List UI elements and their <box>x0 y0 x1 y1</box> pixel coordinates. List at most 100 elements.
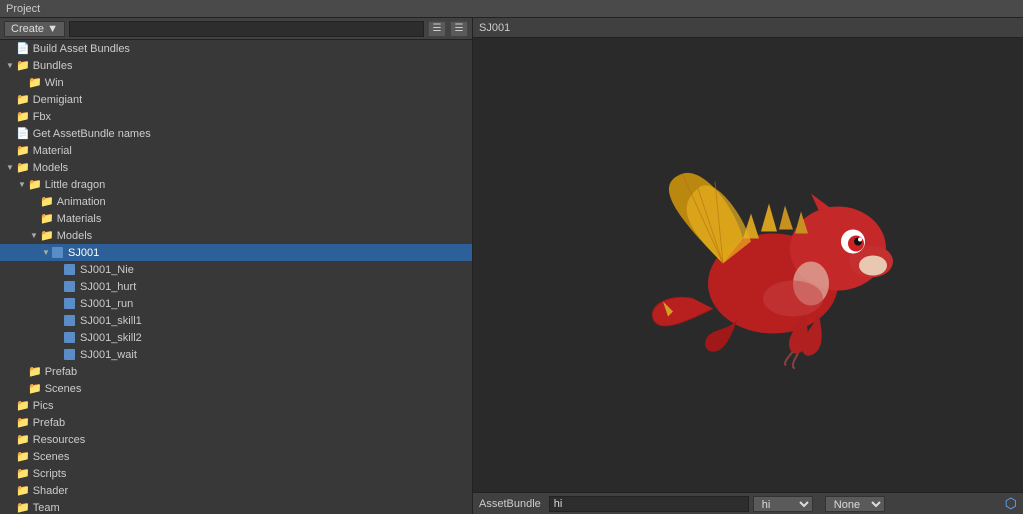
model-icon-sj001-run <box>64 298 77 310</box>
folder-icon-win: 📁 <box>28 76 42 89</box>
tree-item-label-sj001-nie: SJ001_Nie <box>80 264 134 276</box>
tree-item-prefab-sub[interactable]: 📁Prefab <box>0 363 472 380</box>
title-bar-text: Project <box>6 3 40 15</box>
toolbar-icon-2[interactable]: ☰ <box>450 21 468 37</box>
folder-icon-demigiant: 📁 <box>16 93 30 106</box>
right-panel: SJ001 <box>473 18 1023 514</box>
tree-item-resources[interactable]: 📁Resources <box>0 431 472 448</box>
item-icon-get-assetbundle-names: 📄 <box>16 127 30 140</box>
folder-icon-models-sub: 📁 <box>40 229 54 242</box>
folder-icon-bundles: 📁 <box>16 59 30 72</box>
tree-item-materials[interactable]: 📁Materials <box>0 210 472 227</box>
corner-icon: ⬡ <box>1005 495 1017 512</box>
tree-item-prefab[interactable]: 📁Prefab <box>0 414 472 431</box>
tree-item-sj001-nie[interactable]: SJ001_Nie <box>0 261 472 278</box>
tree-item-demigiant[interactable]: 📁Demigiant <box>0 91 472 108</box>
tree-item-label-sj001-skill1: SJ001_skill1 <box>80 315 142 327</box>
dragon-preview <box>643 154 923 377</box>
tree-item-label-models: Models <box>33 162 68 174</box>
tree-item-label-materials: Materials <box>57 213 102 225</box>
tree-item-team[interactable]: 📁Team <box>0 499 472 514</box>
tree-item-sj001-wait[interactable]: SJ001_wait <box>0 346 472 363</box>
assetbundle-label: AssetBundle <box>479 498 541 510</box>
tree-item-sj001-skill2[interactable]: SJ001_skill2 <box>0 329 472 346</box>
toolbar: Create ▼ ☰ ☰ <box>0 18 472 40</box>
expand-arrow-little-dragon[interactable] <box>16 179 28 191</box>
tree-item-pics[interactable]: 📁Pics <box>0 397 472 414</box>
expand-arrow-sj001[interactable] <box>40 247 52 259</box>
none-dropdown[interactable]: None <box>825 496 885 512</box>
tree-item-models[interactable]: 📁Models <box>0 159 472 176</box>
left-panel: Create ▼ ☰ ☰ 📄Build Asset Bundles📁Bundle… <box>0 18 473 514</box>
folder-icon-pics: 📁 <box>16 399 30 412</box>
tree-item-label-build-asset-bundles: Build Asset Bundles <box>33 43 130 55</box>
tree-item-label-prefab: Prefab <box>33 417 65 429</box>
expand-arrow-bundles[interactable] <box>4 60 16 72</box>
tree-item-label-sj001-wait: SJ001_wait <box>80 349 137 361</box>
tree-item-label-sj001: SJ001 <box>68 247 99 259</box>
assetbundle-dropdown[interactable]: hi <box>753 496 813 512</box>
model-icon-sj001-skill1 <box>64 315 77 327</box>
tree-item-get-assetbundle-names[interactable]: 📄Get AssetBundle names <box>0 125 472 142</box>
tree-item-label-sj001-hurt: SJ001_hurt <box>80 281 136 293</box>
folder-icon-little-dragon: 📁 <box>28 178 42 191</box>
model-icon-sj001 <box>52 247 65 259</box>
tree-item-scenes[interactable]: 📁Scenes <box>0 448 472 465</box>
tree-item-material[interactable]: 📁Material <box>0 142 472 159</box>
preview-header: SJ001 <box>473 18 1023 38</box>
tree-item-fbx[interactable]: 📁Fbx <box>0 108 472 125</box>
folder-icon-team: 📁 <box>16 501 30 514</box>
tree-item-sj001-run[interactable]: SJ001_run <box>0 295 472 312</box>
folder-icon-resources: 📁 <box>16 433 30 446</box>
tree-item-sj001-hurt[interactable]: SJ001_hurt <box>0 278 472 295</box>
title-bar: Project <box>0 0 1023 18</box>
create-button[interactable]: Create ▼ <box>4 21 65 37</box>
preview-title: SJ001 <box>479 22 510 34</box>
tree-item-label-fbx: Fbx <box>33 111 51 123</box>
tree-item-models-sub[interactable]: 📁Models <box>0 227 472 244</box>
tree-item-little-dragon[interactable]: 📁Little dragon <box>0 176 472 193</box>
folder-icon-fbx: 📁 <box>16 110 30 123</box>
search-input[interactable] <box>69 21 424 37</box>
tree-item-label-get-assetbundle-names: Get AssetBundle names <box>33 128 151 140</box>
tree-item-label-team: Team <box>33 502 60 514</box>
tree-item-label-models-sub: Models <box>57 230 92 242</box>
tree-item-label-sj001-skill2: SJ001_skill2 <box>80 332 142 344</box>
tree-item-win[interactable]: 📁Win <box>0 74 472 91</box>
tree-item-label-scripts: Scripts <box>33 468 67 480</box>
folder-icon-scripts: 📁 <box>16 467 30 480</box>
tree-item-sj001[interactable]: SJ001 <box>0 244 472 261</box>
toolbar-icon-1[interactable]: ☰ <box>428 21 446 37</box>
folder-icon-materials: 📁 <box>40 212 54 225</box>
tree-item-label-bundles: Bundles <box>33 60 73 72</box>
tree-item-label-demigiant: Demigiant <box>33 94 83 106</box>
tree-item-scenes-sub[interactable]: 📁Scenes <box>0 380 472 397</box>
tree-item-label-sj001-run: SJ001_run <box>80 298 133 310</box>
folder-icon-material: 📁 <box>16 144 30 157</box>
tree-item-shader[interactable]: 📁Shader <box>0 482 472 499</box>
assetbundle-input[interactable] <box>549 496 749 512</box>
folder-icon-scenes-sub: 📁 <box>28 382 42 395</box>
folder-icon-animation: 📁 <box>40 195 54 208</box>
tree-item-label-material: Material <box>33 145 72 157</box>
dragon-svg <box>643 154 923 374</box>
main-content: Create ▼ ☰ ☰ 📄Build Asset Bundles📁Bundle… <box>0 18 1023 514</box>
tree-item-build-asset-bundles[interactable]: 📄Build Asset Bundles <box>0 40 472 57</box>
tree-item-scripts[interactable]: 📁Scripts <box>0 465 472 482</box>
tree-item-label-little-dragon: Little dragon <box>45 179 106 191</box>
tree-item-label-win: Win <box>45 77 64 89</box>
tree-item-bundles[interactable]: 📁Bundles <box>0 57 472 74</box>
expand-arrow-models-sub[interactable] <box>28 230 40 242</box>
model-icon-sj001-skill2 <box>64 332 77 344</box>
tree-item-label-scenes: Scenes <box>33 451 70 463</box>
bottom-bar: AssetBundle hi None ⬡ <box>473 492 1023 514</box>
tree-item-animation[interactable]: 📁Animation <box>0 193 472 210</box>
tree-item-label-animation: Animation <box>57 196 106 208</box>
expand-arrow-models[interactable] <box>4 162 16 174</box>
tree-item-label-pics: Pics <box>33 400 54 412</box>
folder-icon-prefab: 📁 <box>16 416 30 429</box>
tree-item-sj001-skill1[interactable]: SJ001_skill1 <box>0 312 472 329</box>
tree-area[interactable]: 📄Build Asset Bundles📁Bundles📁Win📁Demigia… <box>0 40 472 514</box>
model-icon-sj001-nie <box>64 264 77 276</box>
preview-area <box>473 38 1023 492</box>
